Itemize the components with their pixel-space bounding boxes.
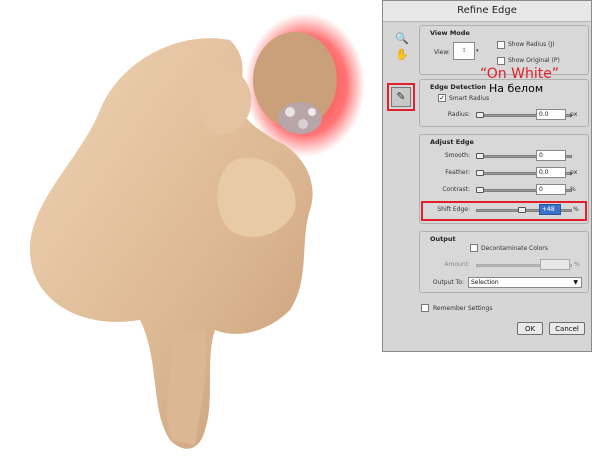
contrast-unit: % <box>570 186 576 193</box>
amount-label: Amount: <box>444 261 470 268</box>
dialog-title: Refine Edge <box>383 1 591 22</box>
view-mode-dropdown-arrow[interactable]: ▾ <box>476 42 482 60</box>
output-to-value: Selection <box>471 279 499 286</box>
smooth-input[interactable]: 0 <box>536 150 566 161</box>
refine-edge-dialog: Refine Edge 🔍 ✋ ✎ View Mode View: ↕ ▾ Sh… <box>382 0 592 352</box>
view-mode-thumbnail[interactable]: ↕ <box>453 42 475 60</box>
edge-detection-title: Edge Detection <box>430 83 487 91</box>
show-radius-label: Show Radius (J) <box>508 41 555 48</box>
annotation-on-white-english: “On White” <box>480 66 560 82</box>
output-section: Output Decontaminate Colors Amount: % Ou… <box>419 231 589 293</box>
contrast-label: Contrast: <box>442 186 470 193</box>
show-original-checkbox[interactable] <box>497 57 505 65</box>
hand-icon[interactable]: ✋ <box>394 47 410 63</box>
smooth-label: Smooth: <box>444 152 470 159</box>
hair-flowers <box>278 102 322 134</box>
view-mode-title: View Mode <box>430 29 470 37</box>
show-radius-checkbox[interactable] <box>497 41 505 49</box>
feather-slider-thumb[interactable] <box>476 170 484 176</box>
show-original-label: Show Original (P) <box>508 57 560 64</box>
remember-settings-checkbox[interactable] <box>421 304 429 312</box>
feather-unit: px <box>570 169 578 176</box>
radius-unit: px <box>570 111 578 118</box>
contrast-input[interactable]: 0 <box>536 184 566 195</box>
adjust-edge-title: Adjust Edge <box>430 138 474 146</box>
smooth-slider-thumb[interactable] <box>476 153 484 159</box>
annotation-on-white-russian: На белом <box>489 82 544 95</box>
amount-input[interactable] <box>540 259 570 270</box>
ok-button[interactable]: OK <box>517 322 543 335</box>
photo-canvas <box>30 13 365 449</box>
feather-label: Feather: <box>445 169 470 176</box>
feather-input[interactable]: 0.0 <box>536 167 566 178</box>
amount-unit: % <box>574 261 580 268</box>
contrast-slider-thumb[interactable] <box>476 187 484 193</box>
radius-label: Radius: <box>447 111 470 118</box>
view-label: View: <box>434 49 450 56</box>
shift-edge-highlight <box>421 201 587 221</box>
brush-tool-highlight <box>387 83 415 111</box>
smart-radius-label: Smart Radius <box>449 95 490 102</box>
output-to-label: Output To: <box>432 279 464 286</box>
output-to-select[interactable]: Selection ▼ <box>468 277 582 288</box>
cancel-button[interactable]: Cancel <box>549 322 585 335</box>
output-title: Output <box>430 235 456 243</box>
zoom-icon[interactable]: 🔍 <box>394 31 410 47</box>
radius-input[interactable]: 0.0 <box>536 109 566 120</box>
decontaminate-checkbox[interactable] <box>470 244 478 252</box>
radius-slider-thumb[interactable] <box>476 112 484 118</box>
smart-radius-checkbox[interactable]: ✓ <box>438 94 446 102</box>
select-arrow-icon: ▼ <box>573 279 578 286</box>
remember-settings-label: Remember Settings <box>433 305 493 312</box>
decontaminate-label: Decontaminate Colors <box>481 245 548 252</box>
